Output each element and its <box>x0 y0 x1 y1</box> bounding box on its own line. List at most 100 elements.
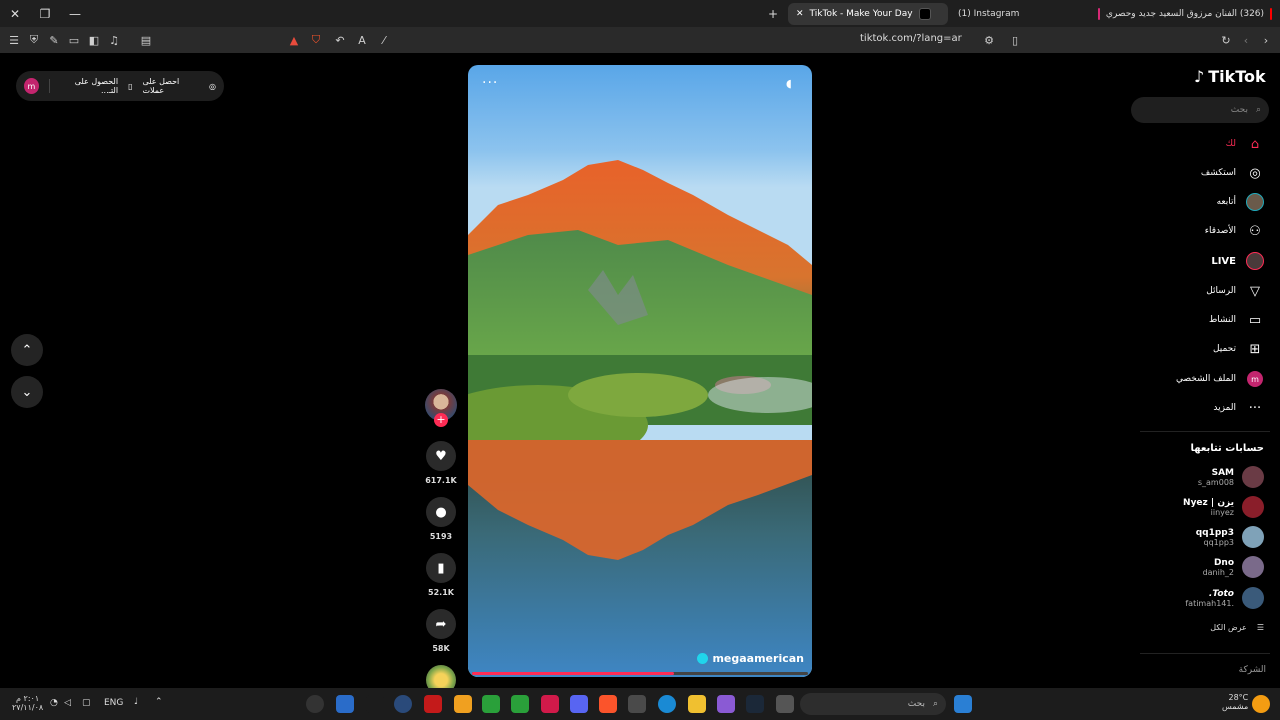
app-icon[interactable] <box>424 695 442 713</box>
video-author[interactable]: megaamerican <box>697 652 804 665</box>
close-window-icon[interactable]: ✕ <box>0 0 30 27</box>
windows-start-icon[interactable] <box>954 695 972 713</box>
app-icon[interactable] <box>394 695 412 713</box>
tab-tiktok[interactable]: ✕ TikTok - Make Your Day <box>788 3 948 25</box>
xbox-icon[interactable] <box>511 695 529 713</box>
sidebar-icon[interactable]: ◧ <box>86 32 102 48</box>
share-button[interactable]: ➦ <box>426 609 456 639</box>
menu-icon[interactable]: ☰ <box>6 32 22 48</box>
search-input[interactable]: بحث ⌕ <box>1131 97 1269 123</box>
app-icon[interactable] <box>541 695 559 713</box>
brave-icon[interactable] <box>599 695 617 713</box>
volume-icon[interactable]: ◖ <box>786 77 798 90</box>
microphone-icon[interactable]: ♩ <box>134 697 138 707</box>
account-item[interactable]: SAM s_am008 <box>1198 466 1264 488</box>
follow-plus-icon[interactable]: + <box>434 413 448 427</box>
pin-icon[interactable]: ✎ <box>46 32 62 48</box>
steam-icon[interactable] <box>746 695 764 713</box>
get-app-button[interactable]: الحصول على التـ... <box>60 77 118 95</box>
app-icon[interactable] <box>776 695 794 713</box>
brave-rewards-icon[interactable]: ▲ <box>286 32 302 48</box>
nav-live[interactable]: LIVE <box>1211 251 1264 271</box>
account-item[interactable]: Dno danih_2 <box>1203 556 1264 578</box>
show-hidden-icons-icon[interactable]: ⌃ <box>155 697 163 707</box>
tiktok-logo[interactable]: ♪ TikTok <box>1194 67 1266 86</box>
account-name: Dno <box>1213 557 1234 568</box>
tab-youtube[interactable]: (326) الفنان مرزوق السعيد جديد وحصري <box>1090 3 1280 25</box>
minimize-window-icon[interactable]: — <box>60 0 90 27</box>
account-item[interactable]: qq1pp3 qq1pp3 <box>1196 526 1264 548</box>
back-icon[interactable]: ‹ <box>1238 32 1254 48</box>
nav-for-you[interactable]: لك ⌂ <box>1226 134 1264 154</box>
tab-title: (326) الفنان مرزوق السعيد جديد وحصري <box>1105 9 1265 19</box>
bookmark-icon: ▮ <box>437 560 445 576</box>
brave-shields-icon[interactable]: ⛉ <box>308 32 324 48</box>
nav-profile[interactable]: الملف الشخصي m <box>1176 369 1264 389</box>
undo-icon[interactable]: ↶ <box>332 32 348 48</box>
app-icon[interactable] <box>454 695 472 713</box>
comment-button[interactable]: ● <box>426 497 456 527</box>
forward-icon[interactable]: › <box>1258 32 1274 48</box>
language-indicator[interactable]: ENG <box>104 698 123 708</box>
network-icon[interactable]: ▢ <box>82 698 91 708</box>
tiktok-page: m الحصول على التـ... ▯ احصل على عملات ◎ … <box>0 53 1280 695</box>
music-icon[interactable]: ♫ <box>106 32 122 48</box>
save-button[interactable]: ▮ <box>426 553 456 583</box>
nav-more[interactable]: المزيد ··· <box>1213 398 1264 418</box>
weather-widget[interactable]: 28°C مشمس <box>1222 693 1248 711</box>
tab-instagram[interactable]: (1) Instagram <box>950 3 1090 25</box>
nav-upload[interactable]: تحميل ⊞ <box>1213 339 1264 359</box>
app-icon[interactable] <box>336 695 354 713</box>
discord-icon[interactable] <box>570 695 588 713</box>
reader-icon[interactable]: ▤ <box>138 32 154 48</box>
clock[interactable]: ٢:٠١ م ٢٧/١١/٠٨ <box>12 694 43 712</box>
taskbar-search[interactable]: بحث ⌕ <box>800 693 946 715</box>
nav-following[interactable]: أتابعه <box>1217 192 1264 212</box>
user-avatar[interactable]: m <box>24 78 39 94</box>
store-icon[interactable] <box>628 695 646 713</box>
account-username: fatimah141. <box>1185 598 1234 608</box>
restore-window-icon[interactable]: ❐ <box>30 0 60 27</box>
reload-icon[interactable]: ↻ <box>1218 32 1234 48</box>
account-name: Nyez | يزن <box>1183 497 1234 508</box>
nav-explore[interactable]: استكشف ◎ <box>1201 163 1264 183</box>
site-settings-icon[interactable]: ⚙ <box>981 32 997 48</box>
account-item[interactable]: .Toto fatimah141. <box>1185 587 1264 609</box>
nav-friends[interactable]: الأصدقاء ⚇ <box>1205 221 1264 241</box>
nav-label: النشاط <box>1208 315 1236 325</box>
app-icon[interactable] <box>717 695 735 713</box>
bookmark-icon[interactable]: ▯ <box>1007 32 1023 48</box>
nav-activity[interactable]: النشاط ▭ <box>1209 310 1264 330</box>
edge-icon[interactable] <box>658 695 676 713</box>
close-tab-icon[interactable]: ✕ <box>796 9 804 19</box>
app-icon[interactable] <box>482 695 500 713</box>
nav-label: الأصدقاء <box>1204 226 1236 236</box>
video-player[interactable]: ··· ◖ megaamerican <box>468 65 812 677</box>
get-coins-button[interactable]: احصل على عملات <box>142 77 199 95</box>
file-explorer-icon[interactable] <box>688 695 706 713</box>
like-button[interactable]: ♥ <box>426 441 456 471</box>
list-icon: ☰ <box>1256 623 1264 632</box>
browser-titlebar: ✕ ❐ — + ✕ TikTok - Make Your Day (1) Ins… <box>0 0 1280 27</box>
account-username: iinyez <box>1210 507 1234 517</box>
next-video-button[interactable]: ⌄ <box>11 376 43 408</box>
app-icon[interactable] <box>366 695 384 713</box>
ai-icon[interactable]: ⁄ <box>376 32 392 48</box>
account-item[interactable]: Nyez | يزن iinyez <box>1183 496 1264 518</box>
previous-video-button[interactable]: ⌃ <box>11 334 43 366</box>
shield-icon[interactable]: ⛨ <box>26 32 42 48</box>
see-all-button[interactable]: عرض الكل ☰ <box>1210 623 1264 632</box>
company-link[interactable]: الشركة <box>1239 665 1266 675</box>
address-bar[interactable]: tiktok.com/?lang=ar <box>860 33 962 44</box>
nav-messages[interactable]: الرسائل ▽ <box>1206 281 1264 301</box>
new-tab-icon[interactable]: + <box>768 7 778 21</box>
save-count: 52.1K <box>428 588 454 597</box>
tabs-icon[interactable]: ▭ <box>66 32 82 48</box>
video-progress-bar[interactable] <box>472 672 808 675</box>
video-more-icon[interactable]: ··· <box>482 75 498 91</box>
speaker-icon[interactable]: ◁ <box>64 698 71 708</box>
translate-icon[interactable]: A <box>354 32 370 48</box>
app-icon[interactable] <box>306 695 324 713</box>
notification-icon[interactable]: ◔ <box>50 698 58 708</box>
creator-avatar[interactable]: + <box>425 389 457 427</box>
